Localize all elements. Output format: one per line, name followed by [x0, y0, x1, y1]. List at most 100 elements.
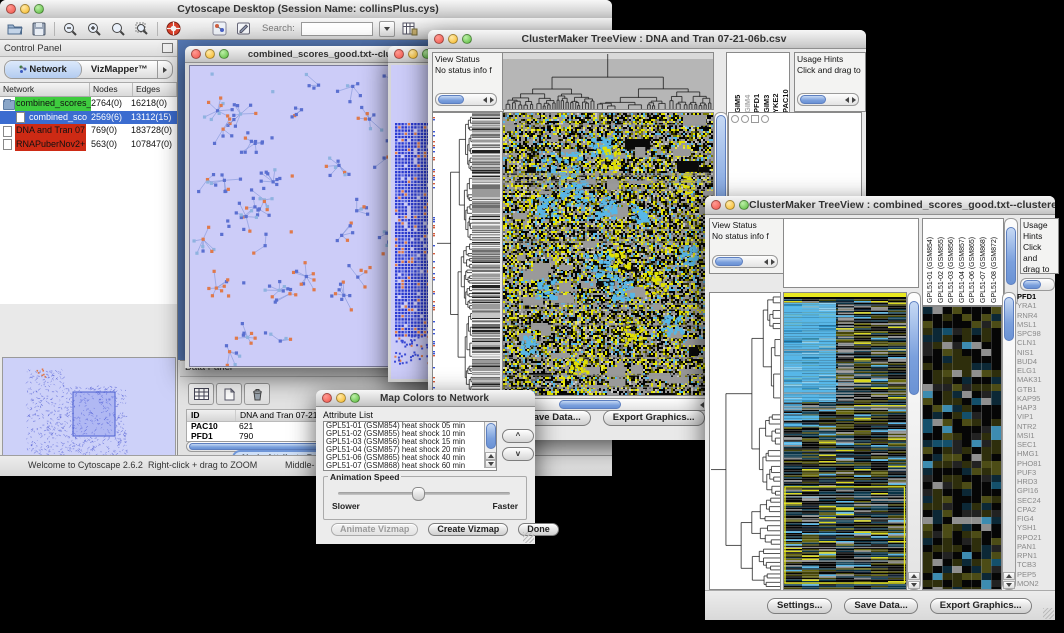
gene-label[interactable]: SEC24 — [1017, 496, 1053, 505]
mini-zoom-icon[interactable] — [731, 115, 739, 123]
scrollbar-thumb[interactable] — [486, 423, 496, 449]
close-button[interactable] — [711, 200, 721, 210]
view-status-scrollbar[interactable] — [712, 255, 778, 268]
import-table-icon[interactable] — [401, 21, 419, 37]
gene-label[interactable]: HMG1 — [1017, 449, 1053, 458]
column-dendrogram-area[interactable] — [783, 218, 919, 288]
gene-list-scrollbar[interactable] — [1002, 292, 1016, 590]
column-header-nodes[interactable]: Nodes — [90, 83, 133, 96]
minimize-button[interactable] — [448, 34, 458, 44]
birdseye-canvas[interactable] — [3, 358, 173, 462]
minimize-button[interactable] — [205, 49, 215, 59]
slider-thumb[interactable] — [412, 487, 425, 501]
scroll-down-button[interactable] — [485, 460, 496, 468]
usage-hints-scrollbar[interactable] — [797, 93, 859, 106]
view-status-scrollbar[interactable] — [435, 93, 497, 106]
gene-label[interactable]: BUD4 — [1017, 357, 1053, 366]
gene-label[interactable]: HAP3 — [1017, 403, 1053, 412]
attribute-table-icon[interactable] — [188, 383, 214, 405]
main-titlebar[interactable]: Cytoscape Desktop (Session Name: collins… — [0, 0, 612, 19]
close-button[interactable] — [191, 49, 201, 59]
minimize-button[interactable] — [725, 200, 735, 210]
gene-label[interactable]: YSH1 — [1017, 523, 1053, 532]
settings-button[interactable]: Settings... — [767, 598, 832, 614]
delete-attribute-trash-icon[interactable] — [244, 383, 270, 405]
scrollbar-thumb[interactable] — [800, 95, 826, 104]
attribute-list-scrollbar[interactable] — [484, 422, 496, 468]
main-heatmap-canvas[interactable] — [783, 292, 907, 590]
zoom-button[interactable] — [219, 49, 229, 59]
gene-label[interactable]: SEC1 — [1017, 440, 1053, 449]
tab-network[interactable]: Network — [5, 61, 82, 78]
gene-label[interactable]: KAP95 — [1017, 394, 1053, 403]
arrow-left-icon[interactable] — [845, 97, 849, 103]
scrollbar-thumb[interactable] — [1004, 297, 1014, 341]
gene-label[interactable]: PEP5 — [1017, 570, 1053, 579]
scroll-down-button[interactable] — [1003, 581, 1015, 589]
heatmap-vscrollbar[interactable] — [907, 292, 921, 590]
scrollbar-arrows[interactable] — [764, 259, 775, 265]
minimize-button[interactable] — [336, 393, 346, 403]
gene-name-list[interactable]: PFD1YRA1RNR4MSL1SPC98CLN1NIS1BUD4ELG1MAK… — [1017, 292, 1053, 588]
column-header-network[interactable]: Network — [0, 83, 90, 96]
gene-label[interactable]: NIS1 — [1017, 348, 1053, 357]
arrow-right-icon[interactable] — [490, 97, 494, 103]
scrollbar-thumb[interactable] — [1023, 280, 1041, 289]
gene-dendrogram-canvas[interactable] — [709, 292, 781, 590]
gene-label[interactable]: MSI1 — [1017, 431, 1053, 440]
close-button[interactable] — [434, 34, 444, 44]
network-row[interactable]: DNA and Tran 07769(0)183728(0) — [0, 124, 177, 138]
mini-select-icon[interactable] — [751, 115, 759, 123]
zoom-selected-icon[interactable] — [133, 21, 151, 37]
arrow-left-icon[interactable] — [483, 97, 487, 103]
network-row[interactable]: RNAPuberNov2+563(0)107847(0) — [0, 138, 177, 152]
new-attribute-icon[interactable] — [216, 383, 242, 405]
gene-label[interactable]: MAK31 — [1017, 375, 1053, 384]
float-panel-icon[interactable] — [162, 43, 173, 53]
gene-label[interactable]: MSL1 — [1017, 320, 1053, 329]
column-dendrogram-canvas[interactable] — [502, 52, 714, 110]
main-heatmap-canvas[interactable] — [502, 112, 714, 396]
resize-grip[interactable] — [523, 532, 534, 543]
zoom-button[interactable] — [350, 393, 360, 403]
gene-label[interactable]: SPC98 — [1017, 329, 1053, 338]
gene-label[interactable]: PHO81 — [1017, 459, 1053, 468]
node-tool-icon[interactable] — [210, 21, 228, 37]
scrollbar-arrows[interactable] — [845, 97, 856, 103]
gene-label[interactable]: GPI16 — [1017, 486, 1053, 495]
gene-label[interactable]: CLN1 — [1017, 338, 1053, 347]
tab-overflow-arrow[interactable] — [157, 61, 172, 78]
search-dropdown-button[interactable] — [379, 21, 395, 37]
attribute-list[interactable]: GPL51-01 (GSM854) heat shock 05 minGPL51… — [323, 421, 497, 471]
arrow-right-icon[interactable] — [852, 97, 856, 103]
close-button[interactable] — [6, 4, 16, 14]
help-lifesaver-icon[interactable] — [164, 21, 182, 37]
arrow-left-icon[interactable] — [700, 402, 704, 408]
gene-label[interactable]: RPN1 — [1017, 551, 1053, 560]
scrollbar-thumb[interactable] — [1006, 227, 1016, 285]
resize-grip[interactable] — [1043, 608, 1054, 619]
zoom-in-icon[interactable] — [85, 21, 103, 37]
gene-label[interactable]: CPA2 — [1017, 505, 1053, 514]
tab-vizmapper[interactable]: VizMapper™ — [82, 61, 158, 78]
gene-label[interactable]: ELG1 — [1017, 366, 1053, 375]
export-graphics-button[interactable]: Export Graphics... — [930, 598, 1032, 614]
move-up-button[interactable]: ^ — [502, 429, 534, 443]
gene-label[interactable]: RNR4 — [1017, 311, 1053, 320]
close-button[interactable] — [322, 393, 332, 403]
move-down-button[interactable]: v — [502, 447, 534, 461]
export-graphics-button[interactable]: Export Graphics... — [603, 410, 705, 426]
scroll-down-button[interactable] — [908, 581, 920, 589]
zoom-fit-icon[interactable] — [109, 21, 127, 37]
scrollbar-thumb[interactable] — [909, 301, 919, 395]
gene-label[interactable]: PFD1 — [1017, 292, 1053, 301]
gene-label[interactable]: VIP1 — [1017, 412, 1053, 421]
arrow-left-icon[interactable] — [764, 259, 768, 265]
gene-label[interactable]: PAN1 — [1017, 542, 1053, 551]
network-row[interactable]: combined_sco2569(6)13112(15) — [0, 111, 177, 125]
attribute-list-item[interactable]: GPL51-07 (GSM868) heat shock 60 min — [324, 462, 496, 470]
arrow-right-icon[interactable] — [771, 259, 775, 265]
create-vizmap-button[interactable]: Create Vizmap — [428, 523, 508, 536]
close-button[interactable] — [394, 49, 404, 59]
mini-zoom-icon[interactable] — [761, 115, 769, 123]
